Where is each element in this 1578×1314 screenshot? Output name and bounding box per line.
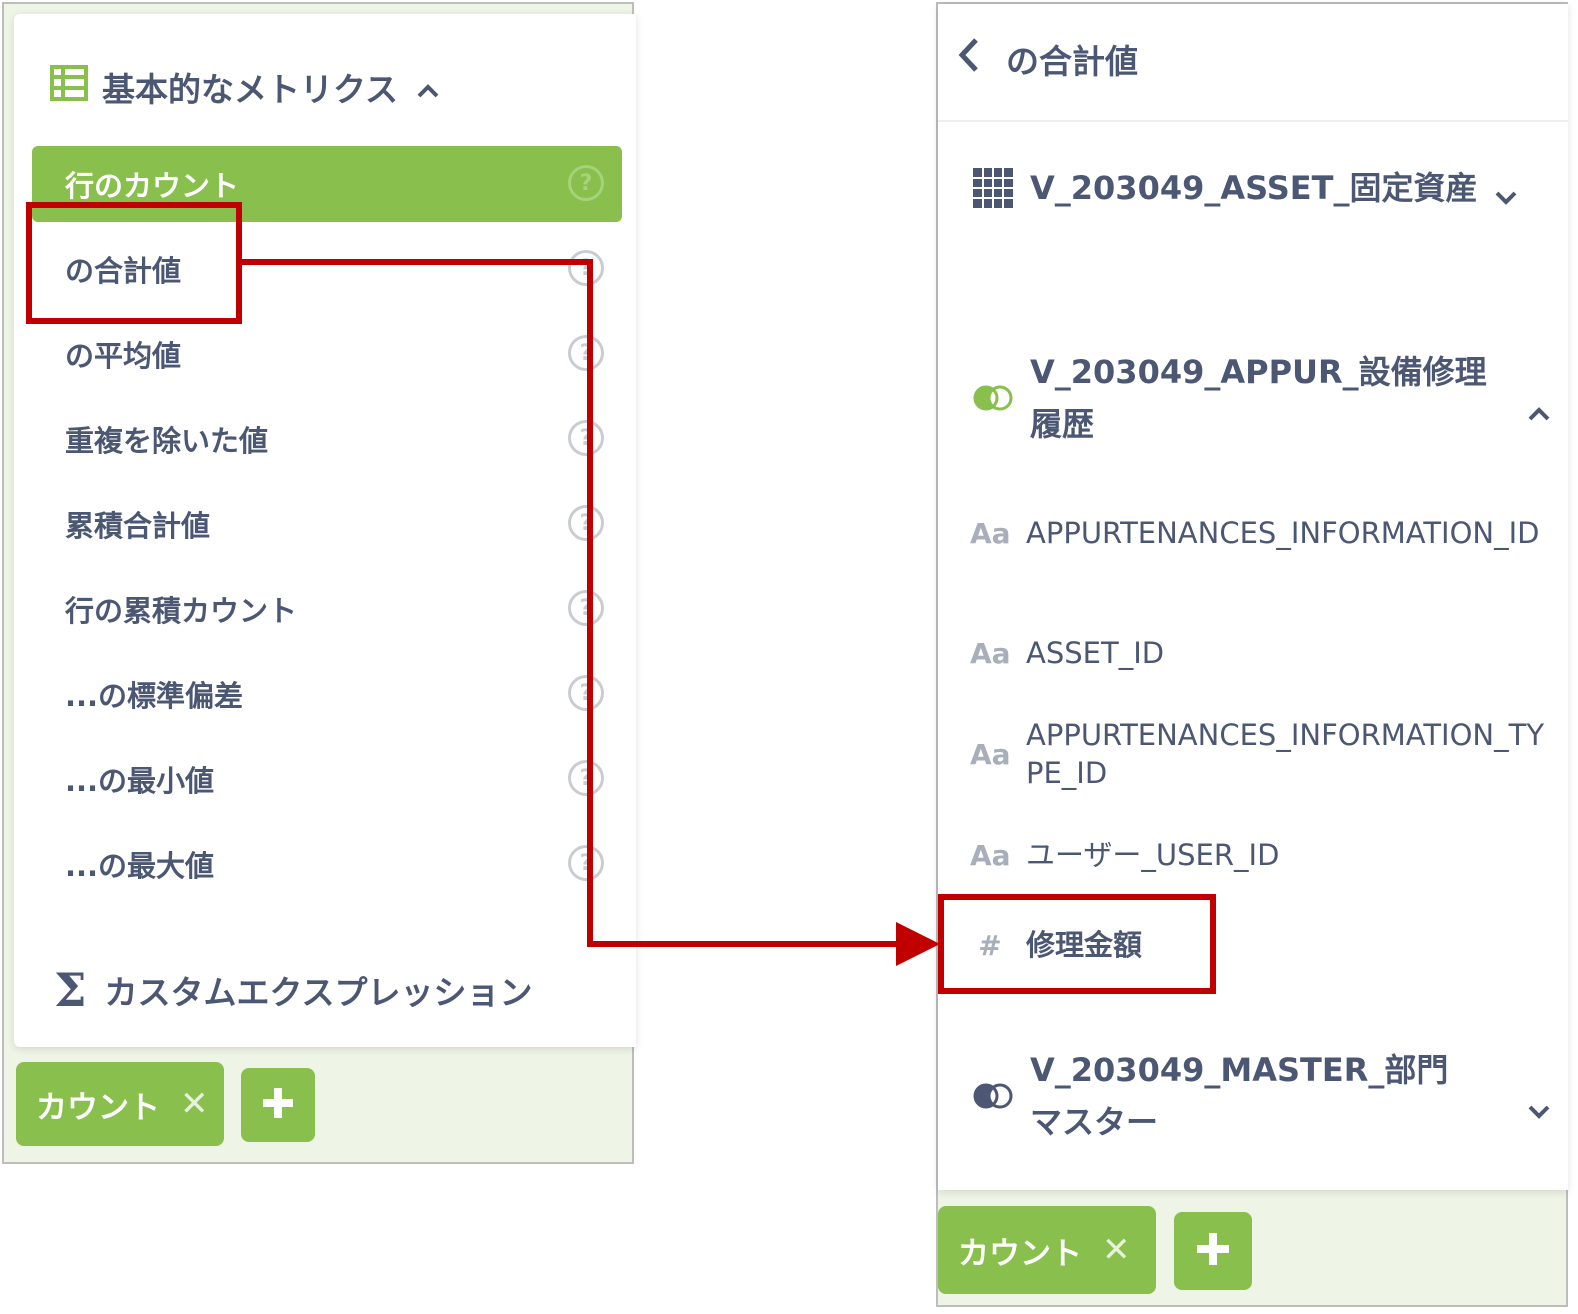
annotation-arrow xyxy=(242,259,940,966)
